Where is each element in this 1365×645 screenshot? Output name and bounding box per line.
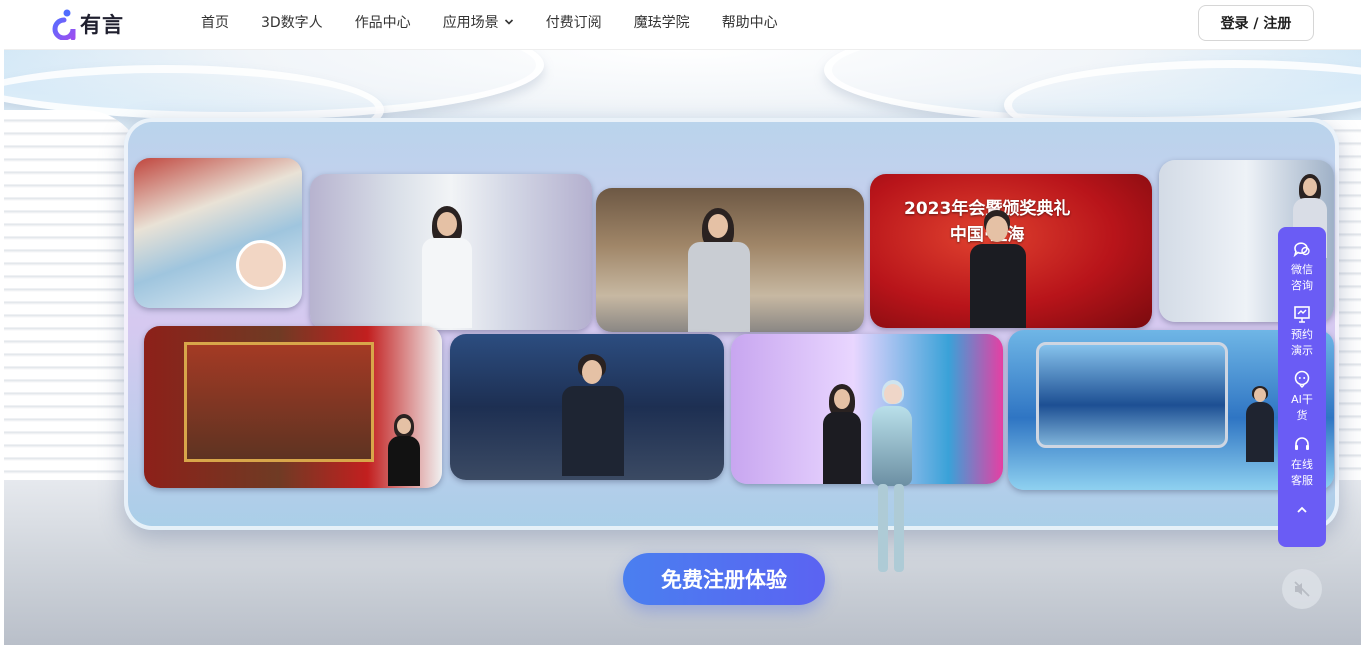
nav-label: 魔珐学院 — [633, 15, 690, 31]
showcase-tile-history-news[interactable] — [144, 326, 442, 488]
chevron-up-icon[interactable] — [1295, 503, 1309, 517]
nav-label: 作品中心 — [354, 15, 411, 31]
chevron-down-icon — [504, 19, 513, 25]
nav-item-home[interactable]: 首页 — [201, 12, 229, 32]
nav-item-help-center[interactable]: 帮助中心 — [722, 12, 778, 32]
ai-resources-button[interactable]: AI干货 — [1278, 369, 1326, 424]
mute-toggle-button[interactable] — [1282, 569, 1322, 609]
chat-bubble-icon — [1293, 242, 1310, 258]
landscape-screen — [1036, 342, 1228, 448]
showcase-tile-tourism[interactable] — [134, 158, 302, 308]
nav-item-subscription[interactable]: 付费订阅 — [546, 12, 602, 32]
digital-human-avatar — [862, 380, 922, 580]
free-signup-button[interactable]: 免费注册体验 — [623, 553, 825, 605]
showcase-tile-control-room[interactable] — [450, 334, 724, 480]
nav-label: 付费订阅 — [545, 15, 602, 31]
nav-item-use-cases[interactable]: 应用场景 — [443, 12, 514, 32]
history-photo — [184, 342, 374, 462]
logo-text: 有言 — [80, 13, 124, 37]
logo-mark-icon — [52, 9, 76, 40]
fp-label: 预约演示 — [1291, 328, 1313, 357]
fp-label: 在线客服 — [1291, 458, 1313, 487]
ai-bot-icon — [1294, 370, 1310, 388]
wechat-consult-button[interactable]: 微信咨询 — [1278, 239, 1326, 294]
main-nav: 首页 3D数字人 作品中心 应用场景 付费订阅 魔珐学院 帮助中心 — [201, 0, 810, 44]
login-register-button[interactable]: 登录 / 注册 — [1198, 5, 1314, 41]
headset-icon — [1295, 437, 1309, 450]
online-support-button[interactable]: 在线客服 — [1278, 434, 1326, 489]
nav-label: 应用场景 — [442, 15, 499, 31]
book-demo-button[interactable]: 预约演示 — [1278, 304, 1326, 359]
nav-item-academy[interactable]: 魔珐学院 — [634, 12, 690, 32]
nav-item-3d-digital-human[interactable]: 3D数字人 — [261, 12, 323, 32]
showcase-tile-annual-gala[interactable]: 2023年会暨颁奖典礼 中国·上海 — [870, 174, 1152, 328]
showcase-tile-ecommerce[interactable] — [310, 174, 592, 330]
brand-logo[interactable]: 有言 — [52, 8, 124, 40]
nav-label: 帮助中心 — [721, 15, 778, 31]
left-pillar — [4, 110, 144, 510]
fp-label: 微信咨询 — [1291, 263, 1313, 292]
presenter-head — [236, 240, 286, 290]
speaker-muted-icon — [1294, 581, 1310, 597]
nav-item-works-center[interactable]: 作品中心 — [355, 12, 411, 32]
floating-contact-panel: 微信咨询 预约演示 AI干货 在线客服 — [1278, 227, 1326, 547]
showcase-tile-office[interactable] — [596, 188, 864, 332]
top-navbar: 有言 首页 3D数字人 作品中心 应用场景 付费订阅 魔珐学院 帮助中心 登录 … — [4, 0, 1361, 50]
nav-label: 首页 — [201, 15, 229, 31]
fp-label: AI干货 — [1291, 393, 1313, 422]
nav-label: 3D数字人 — [261, 15, 323, 31]
presentation-board-icon — [1294, 306, 1310, 323]
hero-banner: 2023年会暨颁奖典礼 中国·上海 — [4, 50, 1361, 645]
